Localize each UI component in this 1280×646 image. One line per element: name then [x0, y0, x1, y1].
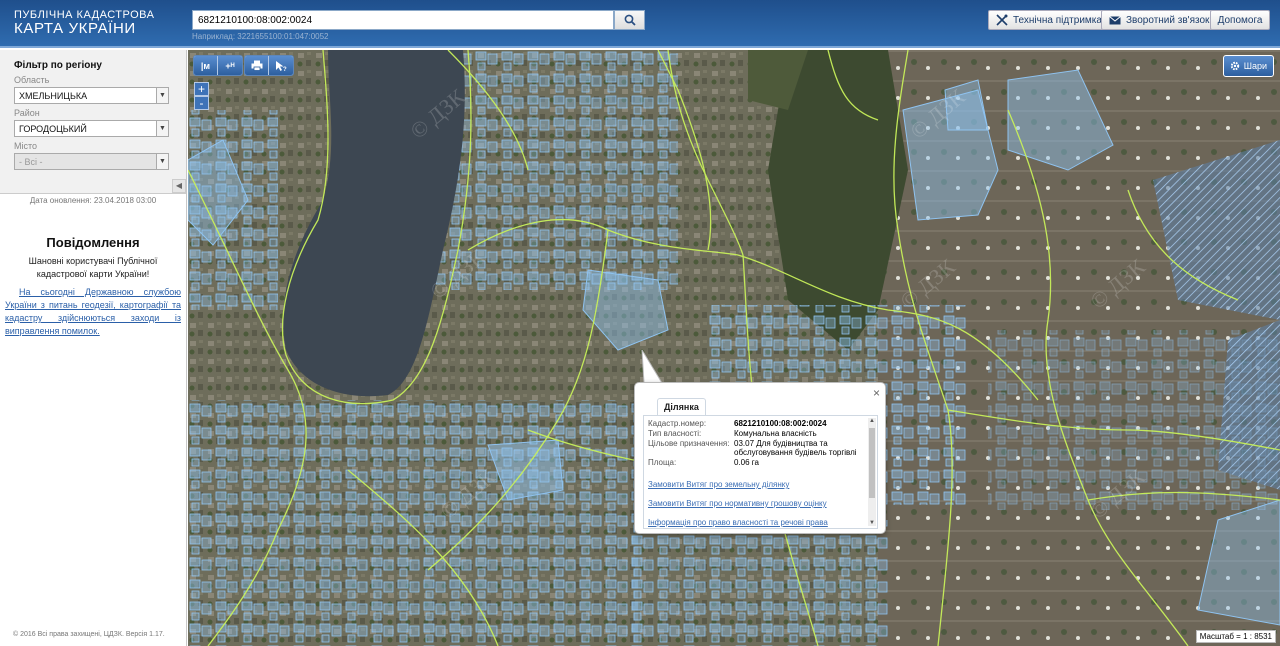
scroll-thumb[interactable] — [869, 428, 875, 498]
tech-support-label: Технічна підтримка — [1013, 14, 1102, 26]
zoom-control: + - — [194, 82, 209, 110]
feedback-label: Зворотний зв'язок — [1126, 14, 1210, 26]
search-button[interactable] — [614, 10, 645, 30]
info-row: Кадастр.номер: 6821210100:08:002:0024 — [648, 419, 865, 428]
notice-link[interactable]: На сьогодні Державною службою України з … — [0, 286, 186, 338]
rayon-value: ГОРОДОЦЬКИЙ — [19, 124, 87, 134]
search-icon — [624, 14, 636, 26]
print-button[interactable] — [245, 56, 269, 75]
help-pointer-icon: ? — [276, 60, 287, 72]
zoom-in-button[interactable]: + — [194, 82, 209, 96]
search-area: Наприклад: 3221655100:01:047:0052 — [192, 10, 645, 41]
info-row: Цільове призначення: 03.07 Для будівницт… — [648, 439, 865, 457]
row-key: Тип власності: — [648, 429, 702, 438]
filter-title: Фільтр по регіону — [14, 60, 102, 71]
parcel-info-popup: × Ділянка Кадастр.номер: 6821210100:08:0… — [634, 382, 886, 534]
misto-select[interactable]: - Всі - ▼ — [14, 153, 169, 170]
info-row: Тип власності: Комунальна власність — [648, 429, 865, 438]
feedback-button[interactable]: Зворотний зв'язок — [1101, 10, 1218, 30]
misto-value: - Всі - — [19, 157, 43, 167]
tech-support-button[interactable]: Технічна підтримка — [988, 10, 1110, 30]
rayon-select[interactable]: ГОРОДОЦЬКИЙ ▼ — [14, 120, 169, 137]
chevron-down-icon: ▼ — [156, 121, 168, 136]
row-value: Комунальна власність — [734, 429, 817, 438]
oblast-label: Область — [14, 75, 50, 85]
svg-text:?: ? — [283, 67, 287, 72]
misto-label: Місто — [14, 141, 38, 151]
rayon-label: Район — [14, 108, 40, 118]
chevron-down-icon: ▼ — [156, 154, 168, 169]
close-icon[interactable]: × — [873, 386, 880, 400]
identify-button[interactable]: ? — [269, 56, 293, 75]
scroll-down-icon[interactable]: ▼ — [868, 520, 876, 526]
row-value: 0.06 га — [734, 458, 759, 467]
copyright: © 2016 Всі права захищені, ЦДЗК. Версія … — [13, 631, 165, 638]
logo-line-2: КАРТА УКРАЇНИ — [14, 20, 136, 37]
site-logo[interactable]: ПУБЛІЧНА КАДАСТРОВА КАРТА УКРАЇНИ — [14, 10, 154, 37]
scroll-up-icon[interactable]: ▲ — [868, 418, 876, 424]
layers-button[interactable]: Шари — [1222, 55, 1274, 77]
chevron-down-icon: ▼ — [156, 88, 168, 103]
order-valuation-extract-link[interactable]: Замовити Витяг про нормативну грошову оц… — [648, 499, 865, 508]
parcel-details: Кадастр.номер: 6821210100:08:002:0024 Ти… — [643, 415, 878, 529]
info-row: Площа: 0.06 га — [648, 458, 865, 467]
notice-title: Повідомлення — [46, 235, 140, 250]
utility-tools: ? — [244, 55, 294, 76]
cadastral-search-input[interactable] — [192, 10, 614, 30]
measure-tools: |м +ᴴ — [193, 55, 243, 76]
notice-text: Шановні користувачі Публічної кадастрово… — [28, 256, 158, 279]
update-date: Дата оновлення: 23.04.2018 03:00 — [29, 196, 157, 205]
row-key: Кадастр.номер: — [648, 419, 707, 428]
zoom-out-button[interactable]: - — [194, 96, 209, 110]
satellite-map[interactable]: © ДЗК © ДЗК © ДЗК © ДЗК © ДЗК © ДЗК © ДЗ… — [188, 50, 1280, 646]
help-label: Допомога — [1217, 14, 1263, 26]
order-parcel-extract-link[interactable]: Замовити Витяг про земельну ділянку — [648, 480, 865, 489]
row-key: Площа: — [648, 458, 677, 467]
oblast-select[interactable]: ХМЕЛЬНИЦЬКА ▼ — [14, 87, 169, 104]
scale-indicator: Масштаб = 1 : 8531 — [1195, 630, 1276, 643]
region-filter: Фільтр по регіону Область ХМЕЛЬНИЦЬКА ▼ … — [0, 50, 186, 194]
popup-scrollbar[interactable]: ▲ ▼ — [868, 418, 876, 526]
header-bar: ПУБЛІЧНА КАДАСТРОВА КАРТА УКРАЇНИ Наприк… — [0, 0, 1280, 48]
measure-area-tool[interactable]: +ᴴ — [218, 56, 242, 75]
print-icon — [251, 60, 262, 71]
oblast-value: ХМЕЛЬНИЦЬКА — [19, 91, 88, 101]
row-key: Цільове призначення: — [648, 439, 730, 448]
row-value: 6821210100:08:002:0024 — [734, 419, 827, 428]
gear-icon — [1230, 61, 1239, 71]
help-button[interactable]: Допомога — [1210, 10, 1270, 30]
search-hint: Наприклад: 3221655100:01:047:0052 — [192, 32, 329, 41]
collapse-sidebar-button[interactable]: ◀ — [172, 179, 186, 193]
tools-icon — [996, 14, 1008, 26]
sidebar: Фільтр по регіону Область ХМЕЛЬНИЦЬКА ▼ … — [0, 50, 187, 646]
map-view[interactable]: © ДЗК © ДЗК © ДЗК © ДЗК © ДЗК © ДЗК © ДЗ… — [188, 50, 1280, 646]
layers-label: Шари — [1243, 61, 1267, 71]
ownership-info-link[interactable]: Інформація про право власності та речові… — [648, 518, 865, 527]
row-value: 03.07 Для будівництва та обслуговування … — [734, 439, 857, 457]
tab-parcel[interactable]: Ділянка — [657, 398, 706, 416]
envelope-icon — [1109, 15, 1121, 24]
measure-distance-tool[interactable]: |м — [194, 56, 218, 75]
